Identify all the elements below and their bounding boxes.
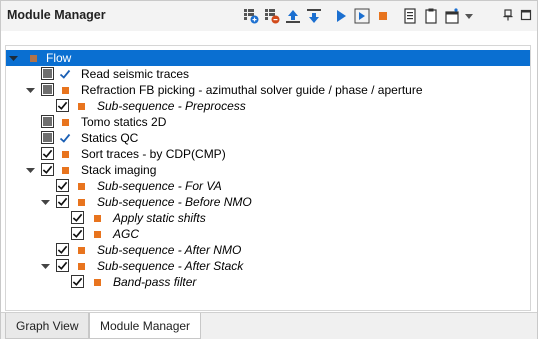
status-square-icon [75, 244, 87, 256]
enable-checkbox[interactable] [41, 83, 54, 96]
expand-arrow-icon[interactable] [25, 165, 35, 175]
clipboard-icon[interactable] [421, 6, 441, 26]
tree-item[interactable]: Refraction FB picking - azimuthal solver… [6, 82, 530, 98]
enable-checkbox[interactable] [41, 115, 54, 128]
status-square-icon [59, 148, 71, 160]
tab-graph-view[interactable]: Graph View [5, 313, 90, 339]
stop-icon[interactable] [373, 6, 393, 26]
enable-checkbox[interactable] [41, 67, 54, 80]
tree-item-label: Refraction FB picking - azimuthal solver… [81, 83, 423, 97]
expand-arrow-icon[interactable] [40, 197, 50, 207]
tree-item-label: Sub-sequence - Preprocess [97, 99, 246, 113]
tree-item[interactable]: Read seismic traces [6, 66, 530, 82]
status-square-icon [75, 196, 87, 208]
tree-item[interactable]: Band-pass filter [6, 274, 530, 290]
status-square-icon [91, 276, 103, 288]
dropdown-icon[interactable] [463, 6, 475, 26]
tree-item[interactable]: Sort traces - by CDP(CMP) [6, 146, 530, 162]
enable-checkbox[interactable] [71, 211, 84, 224]
expand-arrow-icon[interactable] [8, 53, 18, 63]
tree-item[interactable]: Apply static shifts [6, 210, 530, 226]
enable-checkbox[interactable] [56, 259, 69, 272]
enable-checkbox[interactable] [71, 275, 84, 288]
status-square-icon [75, 260, 87, 272]
expand-arrow-icon[interactable] [40, 261, 50, 271]
move-up-icon[interactable] [283, 6, 303, 26]
status-square-icon [59, 84, 71, 96]
status-square-icon [27, 52, 39, 64]
tree-item-label: Apply static shifts [113, 211, 206, 225]
status-square-icon [75, 180, 87, 192]
enable-checkbox[interactable] [41, 131, 54, 144]
remove-flow-icon[interactable] [262, 6, 282, 26]
enable-checkbox[interactable] [56, 99, 69, 112]
tree-item[interactable]: Sub-sequence - For VA [6, 178, 530, 194]
enable-checkbox[interactable] [41, 163, 54, 176]
tree-item[interactable]: AGC [6, 226, 530, 242]
tree-item-label: Sub-sequence - After NMO [97, 243, 242, 257]
tree-item[interactable]: Sub-sequence - Preprocess [6, 98, 530, 114]
tree-item-label: Tomo statics 2D [81, 115, 167, 129]
add-flow-icon[interactable] [241, 6, 261, 26]
status-done-icon [59, 132, 71, 144]
tree-item[interactable]: Stack imaging [6, 162, 530, 178]
maximize-icon[interactable] [518, 7, 534, 23]
status-done-icon [59, 68, 71, 80]
enable-checkbox[interactable] [56, 243, 69, 256]
tree-item-label: Statics QC [81, 131, 139, 145]
new-window-icon[interactable] [442, 6, 462, 26]
run-icon[interactable] [331, 6, 351, 26]
tree-item-label: AGC [113, 227, 140, 241]
move-down-icon[interactable] [304, 6, 324, 26]
tab-module-manager[interactable]: Module Manager [89, 313, 202, 339]
tree-item-label: Sub-sequence - After Stack [97, 259, 244, 273]
tree-item-label: Sub-sequence - Before NMO [97, 195, 252, 209]
tree-item-label: Stack imaging [81, 163, 157, 177]
bottom-tabs: Graph View Module Manager [1, 312, 537, 339]
pin-icon[interactable] [500, 7, 516, 23]
tree-item[interactable]: Tomo statics 2D [6, 114, 530, 130]
tree-item-label: Sort traces - by CDP(CMP) [81, 147, 226, 161]
tree-item[interactable]: Statics QC [6, 130, 530, 146]
status-square-icon [59, 164, 71, 176]
tree-root-flow[interactable]: Flow [6, 50, 530, 66]
enable-checkbox[interactable] [41, 147, 54, 160]
tree-item-label: Band-pass filter [113, 275, 197, 289]
panel-header: Module Manager [1, 1, 537, 31]
enable-checkbox[interactable] [56, 195, 69, 208]
panel-title: Module Manager [7, 8, 106, 22]
enable-checkbox[interactable] [71, 227, 84, 240]
status-square-icon [59, 116, 71, 128]
tree-item-label: Flow [46, 51, 72, 65]
status-square-icon [91, 212, 103, 224]
module-manager-panel: Module Manager Flow Read seismic traces … [0, 0, 538, 339]
tree-item-label: Sub-sequence - For VA [97, 179, 222, 193]
status-square-icon [75, 100, 87, 112]
log-icon[interactable] [400, 6, 420, 26]
tree-item[interactable]: Sub-sequence - After NMO [6, 242, 530, 258]
toolbar [241, 5, 476, 27]
flow-tree: Flow Read seismic traces Refraction FB pic… [5, 45, 531, 311]
tree-item-label: Read seismic traces [81, 67, 190, 81]
status-square-icon [91, 228, 103, 240]
tree-item[interactable]: Sub-sequence - Before NMO [6, 194, 530, 210]
tree-item[interactable]: Sub-sequence - After Stack [6, 258, 530, 274]
run-step-icon[interactable] [352, 6, 372, 26]
expand-arrow-icon[interactable] [25, 85, 35, 95]
enable-checkbox[interactable] [56, 179, 69, 192]
